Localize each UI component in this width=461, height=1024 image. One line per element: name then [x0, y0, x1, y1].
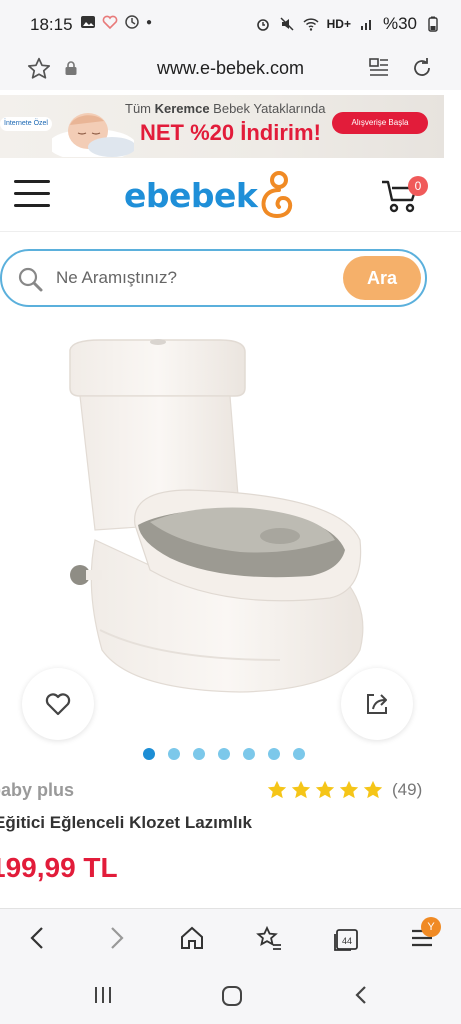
ebebek-logo[interactable]: ebebek [124, 170, 301, 220]
heart-notification-icon [102, 15, 118, 30]
back-button-icon[interactable] [350, 984, 372, 1006]
clock-notification-icon [125, 15, 139, 29]
menu-notification-badge: Y [421, 917, 441, 937]
site-header: ebebek [0, 160, 461, 232]
promo-banner[interactable]: İnternete Özel Tüm Keremce Bebek Yatakla… [0, 95, 444, 158]
favorite-button[interactable] [22, 668, 94, 740]
sleeping-baby-image [52, 113, 134, 157]
search-icon [18, 267, 43, 292]
browser-url-bar: www.e-bebek.com [0, 48, 461, 90]
alarm-icon [256, 19, 269, 31]
share-icon [367, 694, 387, 714]
banner-headline: NET %20 İndirim! [140, 120, 321, 145]
banner-subtitle: Tüm Keremce Bebek Yataklarında [125, 101, 326, 116]
product-price: 199,99 TL [0, 852, 118, 883]
home-icon[interactable] [179, 925, 205, 951]
network-type: HD+ [326, 17, 351, 31]
share-button[interactable] [341, 668, 413, 740]
star-icon [339, 780, 359, 799]
more-notifications-dot: ● [146, 16, 153, 28]
reader-mode-icon[interactable] [368, 57, 390, 79]
status-bar: 18:15 ● HD+ %30 [0, 0, 461, 48]
tab-count: 44 [342, 936, 352, 946]
review-count[interactable]: (49) [392, 780, 422, 800]
mute-icon [280, 17, 294, 31]
home-button-icon[interactable] [220, 984, 244, 1008]
logo-mark-icon [261, 171, 293, 218]
star-icon [291, 780, 311, 799]
android-navigation-bar [0, 970, 461, 1024]
status-time: 18:15 [30, 15, 73, 34]
product-image[interactable] [40, 330, 430, 710]
logo-text: ebebek [124, 175, 258, 215]
search-input[interactable] [56, 251, 326, 305]
signal-icon [360, 20, 371, 30]
star-icon [267, 780, 287, 799]
gallery-notification-icon [81, 16, 95, 28]
search-button[interactable]: Ara [343, 256, 421, 300]
carousel-dot[interactable] [218, 748, 230, 760]
rating-stars[interactable]: (49) [266, 779, 422, 801]
carousel-dot[interactable] [168, 748, 180, 760]
product-title: Eğitici Eğlenceli Klozet Lazımlık [0, 813, 252, 832]
back-arrow-icon[interactable] [26, 925, 50, 951]
tabs-icon[interactable]: 44 [332, 925, 360, 953]
search-bar: Ara [0, 249, 427, 307]
forward-arrow-icon[interactable] [104, 925, 128, 951]
carousel-dot[interactable] [268, 748, 280, 760]
battery-icon [428, 16, 438, 32]
image-carousel-dots [143, 748, 305, 760]
carousel-dot[interactable] [243, 748, 255, 760]
browser-toolbar: 44 [0, 908, 461, 970]
cart-count-badge: 0 [408, 176, 428, 196]
product-brand[interactable]: baby plus [0, 780, 74, 801]
hamburger-menu-icon[interactable] [14, 180, 50, 208]
reload-icon[interactable] [410, 56, 434, 80]
notification-icons: ● [80, 14, 152, 30]
url-text[interactable]: www.e-bebek.com [0, 58, 461, 79]
carousel-dot[interactable] [293, 748, 305, 760]
star-icon [363, 780, 383, 799]
recent-apps-icon[interactable] [92, 984, 114, 1006]
bookmarks-icon[interactable] [255, 925, 283, 953]
carousel-dot[interactable] [193, 748, 205, 760]
battery-percent: %30 [382, 14, 417, 33]
heart-outline-icon [45, 693, 71, 716]
status-right-icons: HD+ %30 [255, 14, 441, 34]
banner-badge: İnternete Özel [0, 117, 52, 131]
carousel-dot[interactable] [143, 748, 155, 760]
banner-cta-button[interactable]: Alışverişe Başla [332, 112, 428, 134]
wifi-icon [303, 18, 319, 31]
star-icon [315, 780, 335, 799]
